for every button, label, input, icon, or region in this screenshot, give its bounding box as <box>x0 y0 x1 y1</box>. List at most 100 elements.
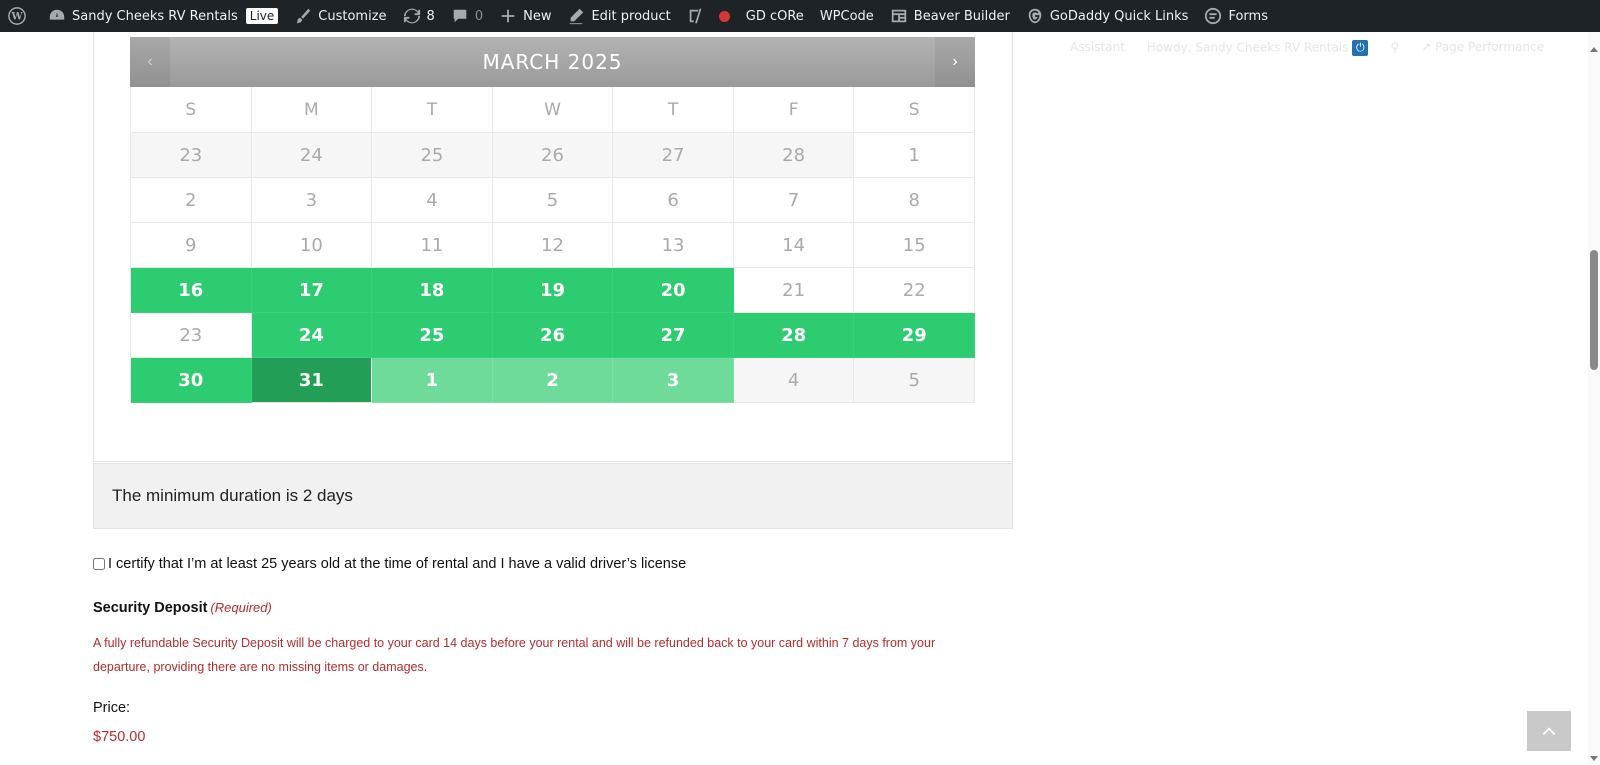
calendar-day[interactable]: 23 <box>131 313 252 358</box>
weekday-header: T <box>613 87 734 133</box>
page-scrollbar[interactable] <box>1588 32 1600 765</box>
minimum-duration-notice: The minimum duration is 2 days <box>93 463 1013 529</box>
calendar-day[interactable]: 23 <box>131 133 252 178</box>
scroll-down-arrow-icon[interactable] <box>1590 756 1598 761</box>
customize-label: Customize <box>318 8 387 24</box>
chart-icon: ↗ <box>1421 40 1432 54</box>
calendar-day[interactable]: 27 <box>613 133 734 178</box>
seo-status-dot-icon <box>718 10 730 22</box>
age-certify-label: I certify that I’m at least 25 years old… <box>108 556 687 572</box>
minimum-duration-text: The minimum duration is 2 days <box>112 486 353 505</box>
security-deposit-title: Security Deposit (Required) <box>93 600 272 616</box>
updates-refresh-icon <box>403 7 421 25</box>
chevron-up-icon <box>1542 727 1556 736</box>
page-performance-link[interactable]: ↗ Page Performance <box>1421 40 1544 56</box>
calendar-day[interactable]: 22 <box>854 268 975 313</box>
scroll-up-arrow-icon[interactable] <box>1590 47 1598 52</box>
calendar-day[interactable]: 8 <box>854 178 975 223</box>
calendar-day[interactable]: 1 <box>854 133 975 178</box>
new-content-menu[interactable]: New <box>491 0 559 32</box>
age-certify-field[interactable]: I certify that I’m at least 25 years old… <box>93 556 686 572</box>
calendar-day[interactable]: 1 <box>372 358 493 403</box>
yoast-seo-menu[interactable] <box>679 0 738 32</box>
calendar-day[interactable]: 24 <box>251 313 373 358</box>
price-label: Price: <box>93 700 131 716</box>
calendar-day[interactable]: 21 <box>733 268 855 313</box>
godaddy-quick-links-menu[interactable]: GoDaddy Quick Links <box>1018 0 1197 32</box>
forms-icon <box>1204 7 1222 25</box>
scrollbar-thumb[interactable] <box>1590 250 1598 370</box>
calendar-day[interactable]: 25 <box>372 133 493 178</box>
calendar-day[interactable]: 18 <box>372 268 493 313</box>
price-value: $750.00 <box>93 729 146 745</box>
calendar-day[interactable]: 13 <box>613 223 734 268</box>
calendar-day[interactable]: 26 <box>492 133 614 178</box>
back-to-top-button[interactable] <box>1527 711 1571 751</box>
comments-link[interactable]: 0 <box>443 0 491 32</box>
chevron-right-icon: › <box>952 53 958 70</box>
calendar-day[interactable]: 6 <box>613 178 734 223</box>
calendar-day[interactable]: 4 <box>372 178 493 223</box>
calendar-day[interactable]: 27 <box>613 313 734 358</box>
howdy-label: Howdy, Sandy Cheeks RV Rentals <box>1146 40 1349 55</box>
edit-product-link[interactable]: Edit product <box>559 0 678 32</box>
calendar-day[interactable]: 30 <box>131 358 252 403</box>
calendar-day[interactable]: 28 <box>733 313 855 358</box>
calendar-day[interactable]: 5 <box>492 178 614 223</box>
layout-grid-icon <box>890 7 908 25</box>
calendar-day[interactable]: 19 <box>492 268 614 313</box>
godaddy-links-label: GoDaddy Quick Links <box>1049 8 1189 24</box>
security-deposit-description: A fully refundable Security Deposit will… <box>93 636 936 674</box>
calendar-month-title: MARCH 2025 <box>482 50 623 74</box>
comments-count: 0 <box>474 8 484 24</box>
calendar-day[interactable]: 26 <box>492 313 614 358</box>
calendar-day[interactable]: 3 <box>251 178 373 223</box>
weekday-header: F <box>733 87 855 133</box>
svg-text:W: W <box>10 12 23 23</box>
beaver-builder-link[interactable]: Beaver Builder <box>882 0 1018 32</box>
prev-month-button[interactable]: ‹ <box>130 37 170 87</box>
weekday-header: S <box>854 87 975 133</box>
comment-bubble-icon <box>451 7 469 25</box>
calendar-day[interactable]: 17 <box>251 268 373 313</box>
calendar-day[interactable]: 16 <box>131 268 252 313</box>
calendar-day[interactable]: 20 <box>613 268 734 313</box>
search-icon[interactable]: ⚲ <box>1390 40 1399 56</box>
calendar-day[interactable]: 14 <box>733 223 855 268</box>
updates-link[interactable]: 8 <box>395 0 443 32</box>
calendar-day[interactable]: 9 <box>131 223 252 268</box>
site-name-menu[interactable]: Sandy Cheeks RV Rentals Live <box>40 0 286 32</box>
wpcode-link[interactable]: WPCode <box>812 0 882 32</box>
forms-menu[interactable]: Forms <box>1196 0 1276 32</box>
calendar-day[interactable]: 4 <box>733 358 855 403</box>
calendar-day[interactable]: 25 <box>372 313 493 358</box>
calendar-day[interactable]: 28 <box>733 133 855 178</box>
wordpress-logo-menu[interactable]: W <box>0 0 40 32</box>
paintbrush-icon <box>294 7 312 25</box>
next-month-button[interactable]: › <box>935 37 975 87</box>
gd-core-label: GD cORe <box>745 8 804 24</box>
calendar-day[interactable]: 2 <box>492 358 614 403</box>
age-certify-checkbox[interactable] <box>93 558 105 570</box>
calendar-day[interactable]: 7 <box>733 178 855 223</box>
howdy-user[interactable]: Howdy, Sandy Cheeks RV Rentals ⏻ <box>1147 40 1369 56</box>
updates-count: 8 <box>426 8 435 24</box>
page-performance-label: Page Performance <box>1435 40 1544 54</box>
calendar-day[interactable]: 10 <box>251 223 373 268</box>
live-badge: Live <box>245 8 279 24</box>
calendar-grid: S M T W T F S 23 24 25 26 27 28 1 2 3 4 5 6 7 8 9 10 11 1… <box>130 87 975 403</box>
yoast-icon <box>687 7 705 25</box>
calendar-day[interactable]: 5 <box>854 358 975 403</box>
calendar-day[interactable]: 11 <box>372 223 493 268</box>
calendar-day[interactable]: 24 <box>251 133 373 178</box>
calendar-day[interactable]: 12 <box>492 223 614 268</box>
calendar-day[interactable]: 2 <box>131 178 252 223</box>
edit-product-label: Edit product <box>591 8 671 24</box>
calendar-day[interactable]: 31 <box>251 358 373 403</box>
gd-core-link[interactable]: GD cORe <box>738 0 812 32</box>
calendar-day[interactable]: 15 <box>854 223 975 268</box>
assistant-link[interactable]: Assistant <box>1070 40 1125 56</box>
customize-link[interactable]: Customize <box>286 0 394 32</box>
calendar-day[interactable]: 3 <box>613 358 734 403</box>
calendar-day[interactable]: 29 <box>854 313 975 358</box>
